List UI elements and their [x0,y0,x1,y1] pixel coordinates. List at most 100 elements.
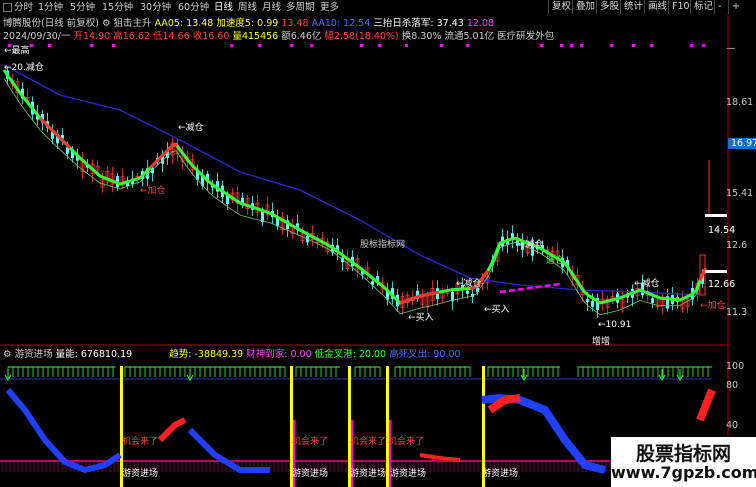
sub-name[interactable]: 游资进场 [15,349,53,360]
candle [296,214,299,236]
annotation-watermark: 股标指标网 [360,240,406,250]
green-arrow-icon [658,369,666,381]
candle [286,214,289,237]
axis-label: — [726,43,736,54]
ma-red-segment [148,142,178,170]
candle [216,172,219,199]
annotation-buy-1: ←买入 [408,313,434,323]
sub-ribbon [157,417,187,443]
watermark-box: 股票指标网 www.7gpzb.com [611,437,756,487]
candle [120,168,125,189]
annotation-reduce-4: ←减仓 [634,279,660,289]
candle [660,292,665,315]
signal-dots [8,44,705,47]
sub-ribbon [481,393,606,474]
candle [420,289,425,308]
signal-dot [30,44,33,47]
price-marker-bottom [705,270,727,273]
candle [596,293,599,318]
trend-value: 趋势: -38849.39 [169,349,244,360]
chance-label-3: 机会来了 [350,437,387,447]
candle [241,192,244,209]
candle [276,209,279,231]
signal-dot [702,44,705,47]
signal-dot [560,44,563,47]
sub-axis-100: 100 [726,361,745,372]
gear-icon-sub[interactable]: ⚙ [3,349,12,360]
wealth-value: 财神到家: 0.00 [246,349,312,360]
green-arrow-icon [520,369,528,381]
ma-green-line [2,69,706,305]
signal-dot [570,44,573,47]
signal-dot [230,44,233,47]
candle [501,228,504,252]
axis-label-7: 11.3 [726,307,748,318]
sub-header: ⚙ 游资进场 量能: 676810.19 趋势: -38849.39 财神到家:… [3,349,461,361]
high-cross-value: 高死叉出: 90.00 [389,349,461,360]
candle [280,212,285,235]
candle [386,282,389,306]
annotation-reduce-top: ←20.减仓 [4,63,44,73]
chance-label-1: 机会来了 [122,437,159,447]
candle [610,289,615,305]
annotation-reduce-1: ←减仓 [178,123,204,133]
enter-label-5: 游资进场 [482,469,519,479]
annotation-reduce-3: ←减仓 [456,279,482,289]
axis-label-1: 18.61 [726,97,754,108]
signal-dot [466,44,469,47]
price-tag: 16.97 [731,138,756,149]
enter-label-3: 游资进场 [350,469,387,479]
watermark-url: www.7gpzb.com [611,463,756,482]
price-marker-top [705,214,727,217]
enter-label-2: 游资进场 [292,469,329,479]
sub-axis-80: 80 [726,380,739,391]
price-label-14: 14.54 [708,225,736,236]
signal-dot [310,44,313,47]
capacity-value: 量能: 676810.19 [55,349,133,360]
annotation-low: ←10.91 [598,320,632,330]
annotation-reduce-2: ←减仓 [518,240,544,250]
signal-dot [650,44,653,47]
annotation-add-1: ←加仓 [140,186,166,196]
chance-label-2: 机会来了 [292,437,329,447]
candlesticks [6,66,706,318]
axis-label-4: 12.6 [726,240,748,251]
ma-thin-line [3,78,705,316]
candle [605,295,610,315]
candle [255,194,260,218]
signal-dot [632,44,635,47]
signal-dot [378,44,381,47]
chance-label-4: 机会来了 [388,437,425,447]
sub-ribbon [696,388,716,422]
annotation-top: ←最高 [4,46,30,56]
signal-dot [48,44,51,47]
annotation-buy-2: ←买入 [484,305,510,315]
annotation-hold: 遇仓 [546,256,565,266]
green-arrow-icon [186,369,194,381]
candle [655,288,660,311]
signal-bar-yellow [386,366,389,487]
golden-value: 低金叉港: 20.00 [314,349,387,360]
signal-dot [610,44,613,47]
candle [80,151,85,179]
candle [105,166,110,186]
enter-label-4: 游资进场 [390,469,427,479]
watermark-title: 股票指标网 [635,443,731,465]
candle [511,225,514,249]
axis-label-3: 15.41 [726,188,754,199]
enter-label-1: 游资进场 [122,469,159,479]
candle [290,218,295,239]
green-arrow-icon [4,369,12,381]
candle [620,291,625,313]
signal-dot [440,44,443,47]
signal-dot [90,44,93,47]
signal-dot [258,44,261,47]
signal-dot [360,44,363,47]
sub-axis-40: 40 [726,420,739,431]
sub-ribbon [5,388,122,474]
annotation-add-2: ←加仓 [700,301,726,311]
ma-red-segments [38,116,708,305]
signal-dot [690,44,693,47]
candle [265,196,270,220]
signal-dot [405,44,408,47]
